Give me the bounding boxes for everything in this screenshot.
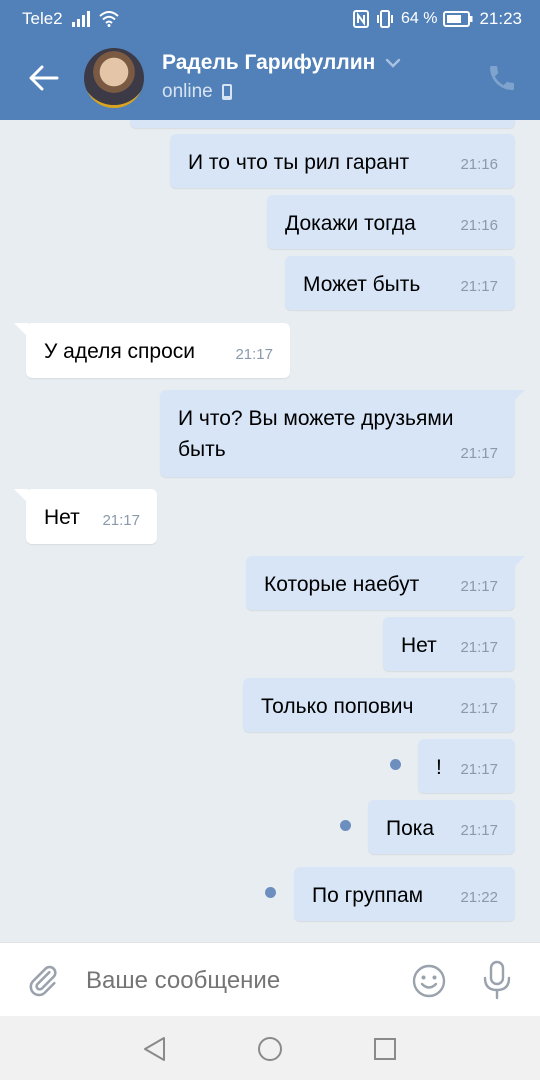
- message-text: И что? Вы можете друзьями быть: [178, 407, 454, 461]
- unread-indicator: [265, 887, 276, 898]
- wifi-icon: [98, 10, 119, 28]
- message-bubble-incoming[interactable]: У аделя спроси 21:17: [14, 323, 290, 378]
- microphone-button[interactable]: [480, 960, 514, 1000]
- nav-back-icon: [144, 1037, 165, 1061]
- mobile-device-icon: [221, 84, 232, 100]
- message-time: 21:17: [460, 578, 498, 595]
- paperclip-icon: [29, 965, 57, 997]
- message-bubble-partial: [130, 120, 515, 128]
- unread-indicator: [340, 820, 351, 831]
- nfc-icon: [352, 10, 369, 28]
- message-time: 21:17: [460, 445, 498, 462]
- message-bubble-outgoing[interactable]: И что? Вы можете друзьями быть 21:17: [160, 390, 525, 477]
- message-time: 21:17: [460, 761, 498, 778]
- message-bubble-incoming[interactable]: Нет 21:17: [14, 489, 157, 544]
- back-button[interactable]: [24, 58, 64, 98]
- message-bubble-outgoing[interactable]: Только попович 21:17: [243, 678, 515, 732]
- message-time: 21:17: [460, 278, 498, 295]
- online-status: online: [162, 81, 213, 102]
- microphone-icon: [483, 960, 511, 1000]
- message-bubble-outgoing[interactable]: По группам 21:22: [294, 867, 515, 921]
- nav-back-button[interactable]: [140, 1034, 170, 1064]
- nav-recents-button[interactable]: [370, 1034, 400, 1064]
- message-bubble-outgoing[interactable]: ! 21:17: [418, 739, 515, 793]
- vibrate-icon: [375, 10, 395, 28]
- chevron-down-icon: [386, 58, 401, 68]
- message-bubble-outgoing[interactable]: Пока 21:17: [368, 800, 515, 854]
- signal-icon: [71, 10, 91, 28]
- message-bubble-outgoing[interactable]: Нет 21:17: [383, 617, 515, 671]
- emoji-icon: [412, 964, 446, 998]
- message-time: 21:17: [460, 700, 498, 717]
- bubble-tail: [511, 390, 525, 404]
- message-time: 21:17: [235, 346, 273, 363]
- battery-icon: [443, 10, 473, 28]
- message-text: И то что ты рил гарант: [188, 151, 410, 174]
- contact-name: Радель Гарифуллин: [162, 51, 376, 74]
- chat-header: Радель Гарифуллин online: [0, 36, 540, 120]
- nav-home-icon: [258, 1037, 282, 1061]
- bubble-tail: [511, 556, 525, 570]
- phone-call-icon: [490, 66, 514, 90]
- emoji-button[interactable]: [410, 962, 448, 1000]
- battery-percent: 64 %: [400, 10, 438, 27]
- contact-status: online: [162, 81, 233, 103]
- message-input[interactable]: [86, 965, 386, 997]
- message-bubble-outgoing[interactable]: Докажи тогда 21:16: [267, 195, 515, 249]
- unread-indicator: [390, 759, 401, 770]
- message-bubble-outgoing[interactable]: Которые наебут 21:17: [246, 556, 525, 610]
- system-nav-bar: [0, 1016, 540, 1080]
- contact-name-button[interactable]: Радель Гарифуллин: [162, 51, 401, 75]
- message-time: 21:17: [102, 512, 140, 529]
- top-bar: Tele2 64 % 21:23 Радель Гарифуллин onlin…: [0, 0, 540, 120]
- nav-recents-icon: [374, 1038, 396, 1060]
- message-time: 21:16: [460, 217, 498, 234]
- message-time: 21:22: [460, 889, 498, 906]
- message-bubble-outgoing[interactable]: Может быть 21:17: [285, 256, 515, 310]
- status-time: 21:23: [479, 9, 522, 28]
- bubble-tail: [14, 323, 28, 337]
- status-bar: Tele2 64 % 21:23: [0, 0, 540, 36]
- carrier-label: Tele2: [22, 9, 63, 28]
- message-time: 21:17: [460, 822, 498, 839]
- message-time: 21:16: [460, 156, 498, 173]
- attach-button[interactable]: [26, 963, 60, 997]
- call-button[interactable]: [486, 62, 518, 94]
- bubble-tail: [14, 489, 28, 503]
- nav-home-button[interactable]: [255, 1034, 285, 1064]
- message-list[interactable]: И то что ты рил гарант 21:16 Докажи тогд…: [0, 120, 540, 942]
- message-bubble-outgoing[interactable]: И то что ты рил гарант 21:16: [170, 134, 515, 188]
- message-composer: [0, 942, 540, 1016]
- back-arrow-icon: [29, 65, 59, 91]
- avatar[interactable]: [84, 48, 144, 108]
- message-time: 21:17: [460, 639, 498, 656]
